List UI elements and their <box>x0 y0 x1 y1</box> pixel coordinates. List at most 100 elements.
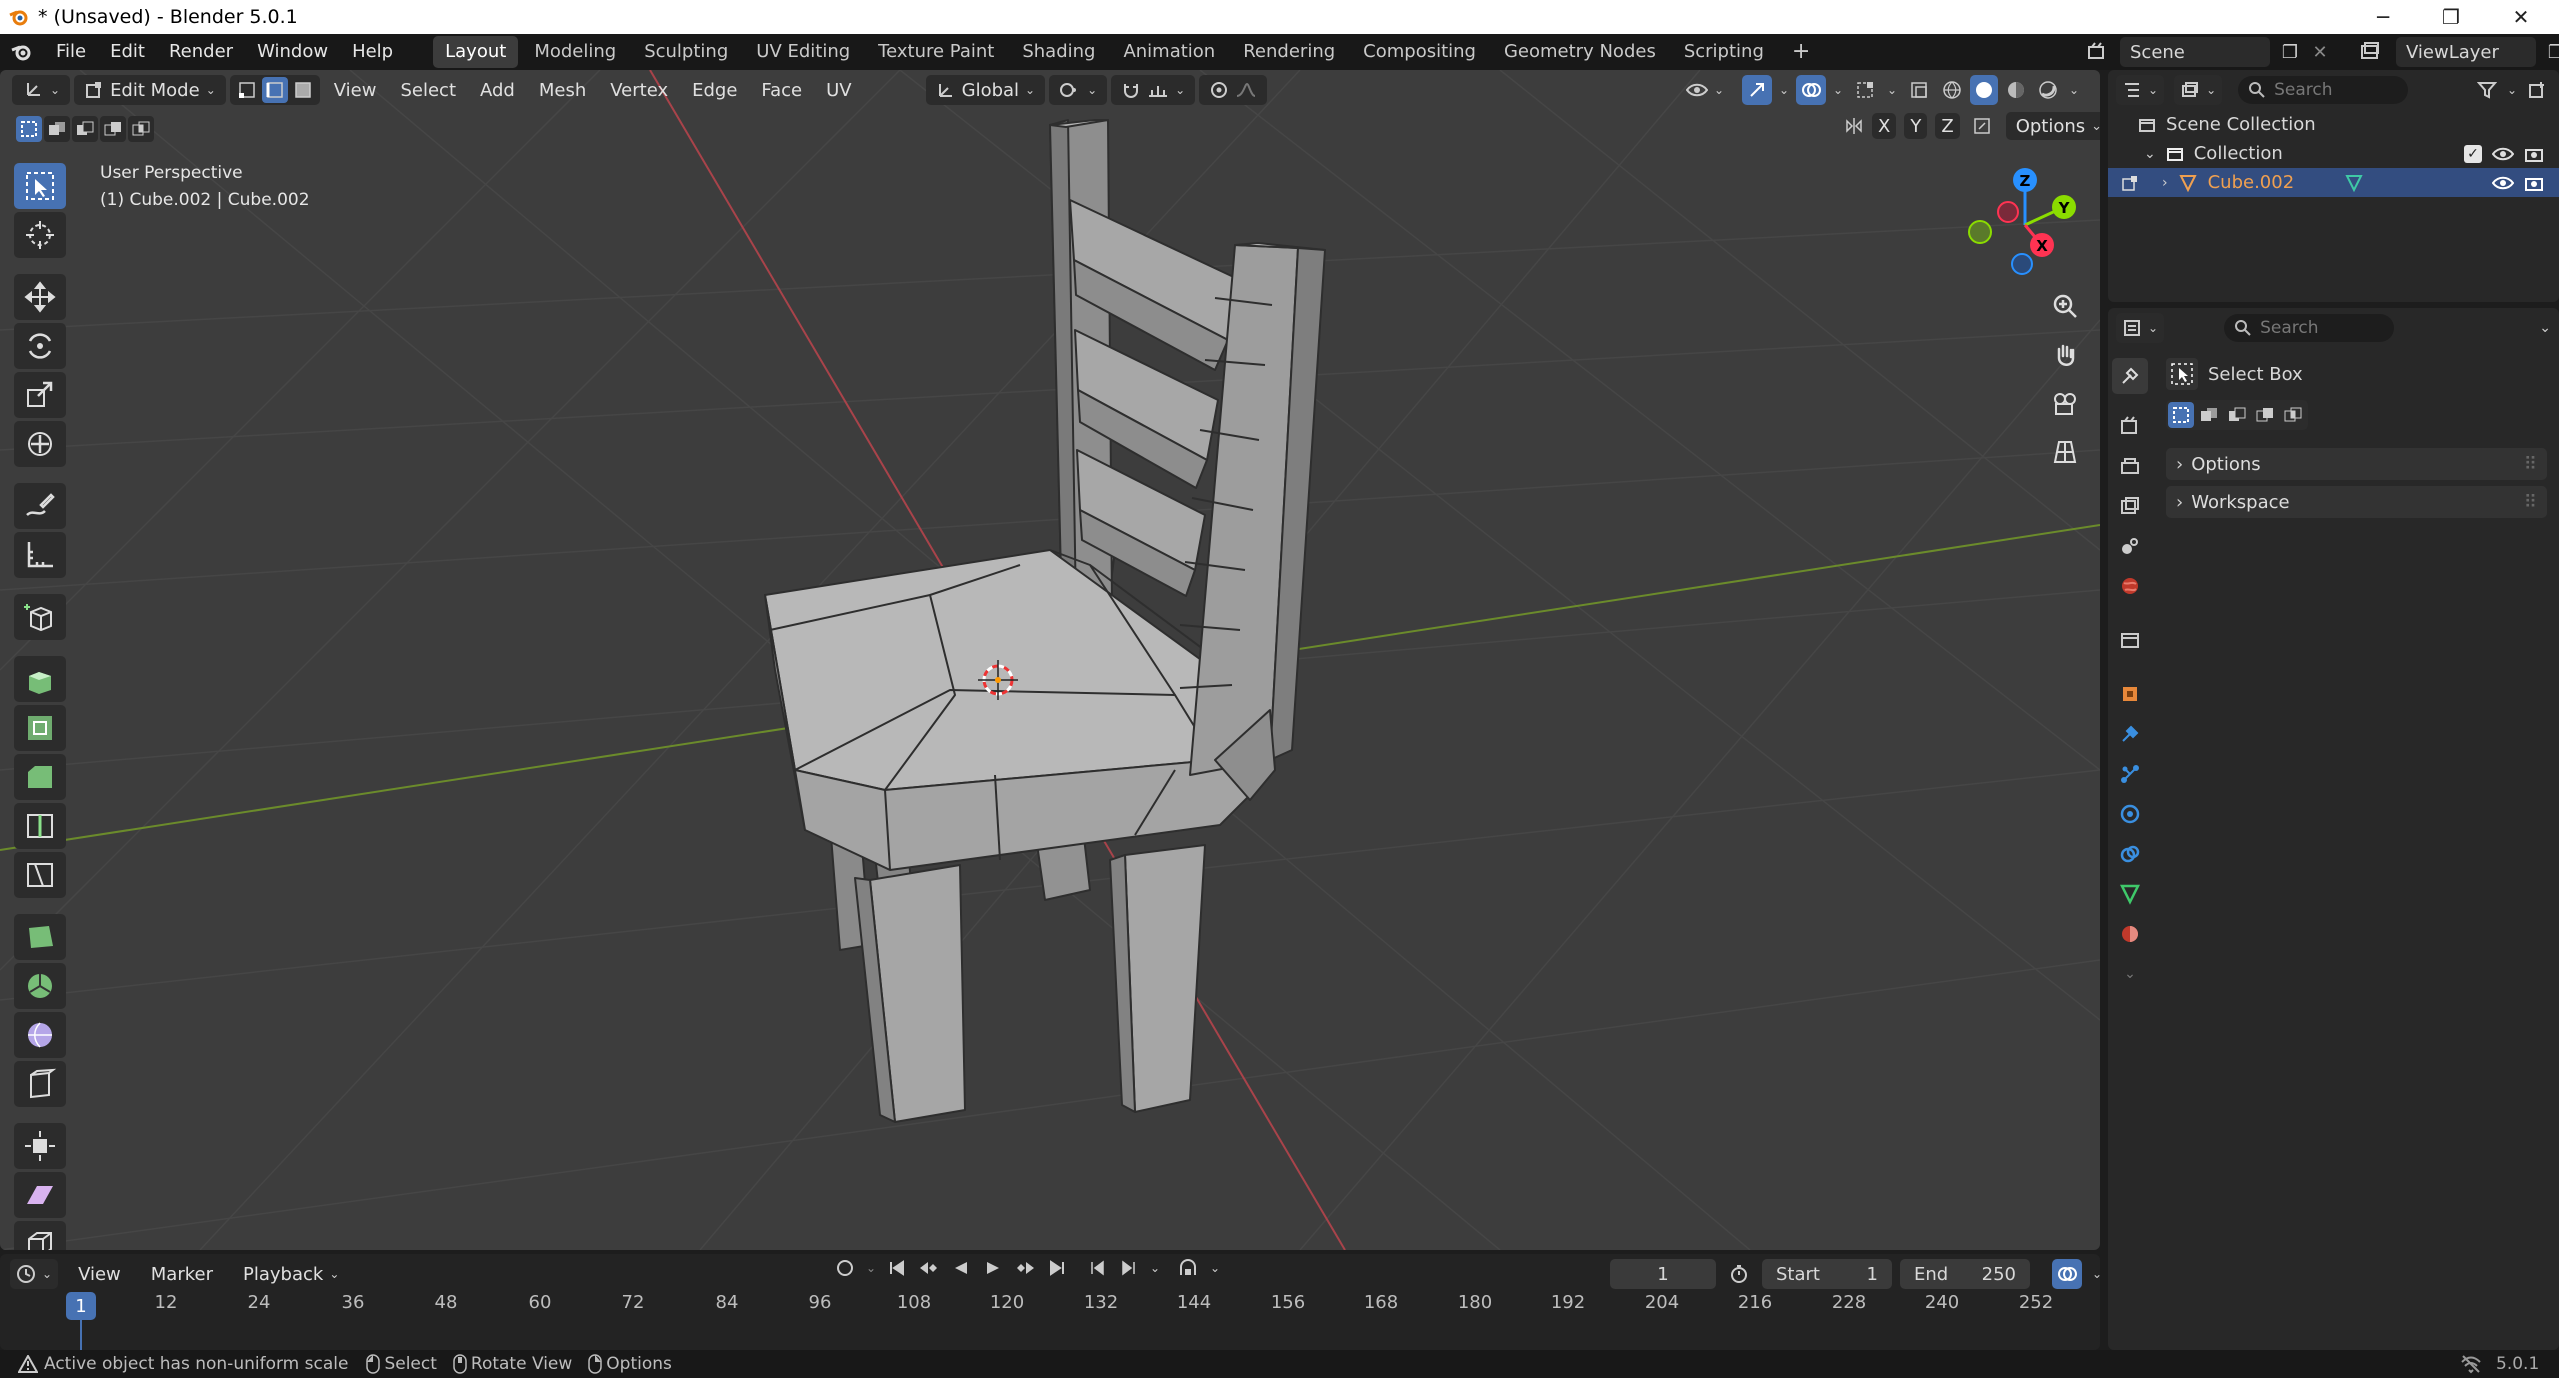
world-tab-icon[interactable] <box>2112 568 2148 604</box>
blender-menu-icon[interactable] <box>0 40 44 64</box>
edge-select-icon[interactable] <box>261 77 288 103</box>
playhead[interactable]: 1 <box>66 1292 96 1320</box>
prev-frame-icon[interactable] <box>1084 1259 1110 1277</box>
tab-compositing[interactable]: Compositing <box>1351 36 1488 68</box>
exclude-checkbox-icon[interactable]: ✓ <box>2464 144 2482 163</box>
collection-eye-icon[interactable] <box>2492 145 2514 163</box>
chevron-down-icon[interactable]: ⌄ <box>1884 83 1900 97</box>
mode-selector[interactable]: Edit Mode ⌄ <box>74 75 226 105</box>
edge-slide-tool[interactable] <box>14 1061 66 1107</box>
material-shading-icon[interactable] <box>2002 75 2030 105</box>
menu-face[interactable]: Face <box>751 75 812 105</box>
data-tab-icon[interactable] <box>2112 876 2148 912</box>
mesh-edit-overlays-icon[interactable] <box>1850 75 1880 105</box>
stopwatch-icon[interactable] <box>1724 1264 1754 1284</box>
select-extend-icon[interactable] <box>44 116 70 142</box>
topology-mirror-icon[interactable] <box>1968 113 1996 139</box>
axis-z-toggle[interactable]: Z <box>1935 113 1960 139</box>
chevron-down-icon[interactable]: ⌄ <box>2144 146 2156 162</box>
new-collection-icon[interactable] <box>2523 80 2551 100</box>
modifier-tab-icon[interactable] <box>2112 716 2148 752</box>
particles-tab-icon[interactable] <box>2112 756 2148 792</box>
tool-tab-icon[interactable] <box>2112 358 2148 394</box>
menu-window[interactable]: Window <box>245 34 340 70</box>
menu-render[interactable]: Render <box>157 34 245 70</box>
timeline-ruler[interactable]: 1 12 24 36 48 60 72 84 96 108 120 132 14… <box>0 1282 2100 1350</box>
navigation-gizmo[interactable]: Z Y X <box>1960 160 2090 290</box>
tab-animation[interactable]: Animation <box>1111 36 1227 68</box>
tab-texture-paint[interactable]: Texture Paint <box>866 36 1006 68</box>
transform-tool[interactable] <box>14 421 66 467</box>
face-select-icon[interactable] <box>290 77 316 103</box>
select-subtract-icon[interactable] <box>72 116 98 142</box>
remove-scene-icon[interactable]: ✕ <box>2310 42 2330 63</box>
menu-add[interactable]: Add <box>470 75 525 105</box>
knife-tool[interactable] <box>14 852 66 898</box>
chevron-down-icon[interactable]: ⌄ <box>2507 83 2517 97</box>
mirror-icon[interactable] <box>1840 113 1868 139</box>
tab-scripting[interactable]: Scripting <box>1672 36 1776 68</box>
drag-handle-icon[interactable]: ⠿ <box>2524 454 2537 475</box>
proportional-editing-group[interactable] <box>1199 75 1268 105</box>
workspace-panel-header[interactable]: › Workspace ⠿ <box>2166 486 2547 518</box>
tab-rendering[interactable]: Rendering <box>1231 36 1347 68</box>
chevron-down-icon[interactable]: ⌄ <box>1148 1261 1162 1275</box>
object-row-cube002[interactable]: › Cube.002 <box>2108 168 2559 197</box>
scene-collection-row[interactable]: Scene Collection <box>2108 110 2559 139</box>
rip-region-tool[interactable] <box>14 1221 66 1250</box>
smooth-tool[interactable] <box>14 1012 66 1058</box>
prev-keyframe-icon[interactable] <box>916 1259 942 1277</box>
chevron-down-icon[interactable]: ⌄ <box>2090 1267 2104 1281</box>
chevron-down-icon[interactable]: ⌄ <box>1208 1261 1222 1275</box>
menu-vertex[interactable]: Vertex <box>600 75 678 105</box>
chevron-down-icon[interactable]: ⌄ <box>1776 83 1792 97</box>
view-layer-icon[interactable] <box>2352 41 2388 63</box>
object-camera-icon[interactable] <box>2524 174 2544 192</box>
collection-row[interactable]: ⌄ Collection ✓ <box>2108 139 2559 168</box>
wireframe-shading-icon[interactable] <box>1938 75 1966 105</box>
tab-shading[interactable]: Shading <box>1010 36 1107 68</box>
minimize-button[interactable]: ─ <box>2356 0 2410 34</box>
zoom-icon[interactable] <box>2045 286 2085 326</box>
menu-help[interactable]: Help <box>340 34 405 70</box>
options-panel-header[interactable]: › Options ⠿ <box>2166 448 2547 480</box>
3d-viewport[interactable]: User Perspective (1) Cube.002 | Cube.002 <box>0 70 2100 1250</box>
object-eye-icon[interactable] <box>2492 174 2514 192</box>
object-tab-icon[interactable] <box>2112 676 2148 712</box>
perspective-toggle-icon[interactable] <box>2045 432 2085 472</box>
jump-end-icon[interactable] <box>1044 1259 1070 1277</box>
scene-selector[interactable]: Scene <box>2120 37 2270 67</box>
spin-tool[interactable] <box>14 963 66 1009</box>
visibility-group[interactable]: ⌄ <box>1676 75 1734 105</box>
chevron-down-icon[interactable]: ⌄ <box>1830 83 1846 97</box>
menu-view[interactable]: View <box>324 75 387 105</box>
pivot-point-dropdown[interactable]: ⌄ <box>1049 75 1108 105</box>
jump-start-icon[interactable] <box>884 1259 910 1277</box>
snapping-group[interactable]: ⌄ <box>1111 75 1196 105</box>
collection-camera-icon[interactable] <box>2524 145 2544 163</box>
tab-uv-editing[interactable]: UV Editing <box>744 36 862 68</box>
tool-select-subtract-icon[interactable] <box>2224 402 2250 428</box>
shear-tool[interactable] <box>14 1172 66 1218</box>
measure-tool[interactable] <box>14 532 66 578</box>
rendered-shading-icon[interactable] <box>2034 75 2062 105</box>
add-workspace-icon[interactable]: + <box>1780 36 1822 68</box>
tab-layout[interactable]: Layout <box>433 36 519 68</box>
play-reverse-icon[interactable] <box>948 1259 974 1277</box>
filter-icon[interactable] <box>2473 80 2501 100</box>
menu-uv[interactable]: UV <box>816 75 862 105</box>
restore-button[interactable]: ❐ <box>2424 0 2478 34</box>
axis-y-toggle[interactable]: Y <box>1904 113 1928 139</box>
chevron-right-icon[interactable]: › <box>2162 175 2168 191</box>
select-intersect-icon[interactable] <box>128 116 154 142</box>
edit-mode-object-icon[interactable] <box>2116 174 2144 192</box>
chevron-down-icon[interactable]: ⌄ <box>864 1261 878 1275</box>
collection-tab-icon[interactable] <box>2112 622 2148 658</box>
outliner-search-input[interactable]: Search <box>2238 76 2409 104</box>
xray-toggle-icon[interactable] <box>1904 75 1934 105</box>
extrude-region-tool[interactable] <box>14 656 66 702</box>
menu-file[interactable]: File <box>44 34 98 70</box>
chair-mesh[interactable] <box>764 119 1326 1123</box>
shrink-fatten-tool[interactable] <box>14 1123 66 1169</box>
chevron-down-icon[interactable]: ⌄ <box>2112 956 2148 992</box>
